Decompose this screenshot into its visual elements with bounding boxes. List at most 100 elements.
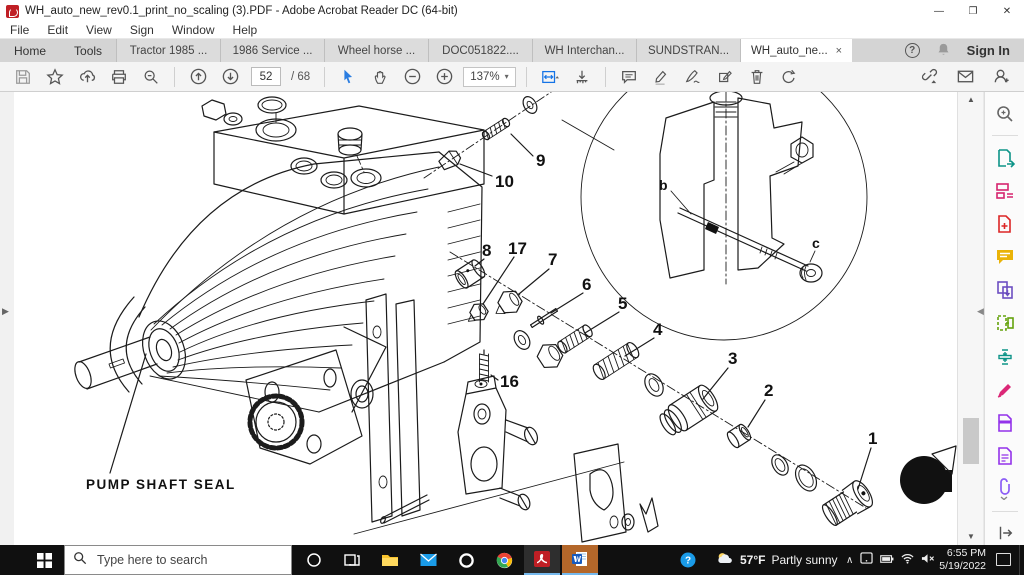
tab-close-icon[interactable]: ×: [836, 45, 842, 57]
tab-home[interactable]: Home: [0, 39, 60, 62]
menu-edit[interactable]: Edit: [47, 23, 68, 37]
tools-rail: [984, 92, 1024, 545]
search-tools-icon[interactable]: [993, 102, 1017, 125]
scroll-up-icon[interactable]: ▲: [958, 95, 984, 104]
tab-doc-1[interactable]: Tractor 1985 ...: [116, 39, 221, 62]
redo-icon[interactable]: [776, 65, 802, 89]
scrollbar-thumb[interactable]: [963, 418, 979, 464]
action-center-icon[interactable]: [996, 553, 1011, 566]
create-pdf-icon[interactable]: [993, 212, 1017, 235]
pump-shaft: [72, 315, 193, 391]
tab-doc-4[interactable]: DOC051822....: [428, 39, 533, 62]
tab-doc-3[interactable]: Wheel horse ...: [324, 39, 429, 62]
weather-icon: [716, 551, 734, 569]
zoom-in-icon[interactable]: [431, 65, 457, 89]
sign-icon[interactable]: [680, 65, 706, 89]
close-button[interactable]: ✕: [990, 0, 1024, 22]
previous-page-icon[interactable]: [185, 65, 211, 89]
minimize-button[interactable]: —: [922, 0, 956, 22]
tab-bar: Home Tools Tractor 1985 ... 1986 Service…: [0, 39, 1024, 62]
mail-icon[interactable]: [410, 545, 446, 575]
menu-help[interactable]: Help: [233, 23, 258, 37]
delete-icon[interactable]: [744, 65, 770, 89]
cortana-button[interactable]: [296, 545, 332, 575]
tablet-icon[interactable]: [860, 551, 873, 569]
hand-tool-icon[interactable]: [367, 65, 393, 89]
zoom-out-icon[interactable]: [399, 65, 425, 89]
find-icon[interactable]: [138, 65, 164, 89]
email-icon[interactable]: [952, 65, 978, 89]
highlight-icon[interactable]: [648, 65, 674, 89]
comment-tool-icon[interactable]: [993, 246, 1017, 269]
get-help-icon[interactable]: ?: [672, 545, 704, 575]
menu-view[interactable]: View: [86, 23, 112, 37]
chrome-icon[interactable]: [486, 545, 522, 575]
help-icon[interactable]: ?: [904, 43, 920, 58]
acrobat-taskbar-icon[interactable]: [524, 545, 560, 575]
scroll-down-icon[interactable]: ▼: [958, 532, 984, 541]
taskbar-clock[interactable]: 6:55 PM 5/19/2022: [934, 547, 986, 573]
taskbar-search[interactable]: [64, 545, 292, 575]
ring-app-icon[interactable]: [448, 545, 484, 575]
callout-6: 6: [582, 275, 591, 294]
star-icon[interactable]: [42, 65, 68, 89]
part-3-spool: [655, 382, 721, 439]
tab-doc-5[interactable]: WH Interchan...: [532, 39, 637, 62]
convert-icon[interactable]: [993, 312, 1017, 335]
svg-text:c: c: [812, 235, 820, 251]
stamp-icon[interactable]: [712, 65, 738, 89]
expand-pane-icon[interactable]: [993, 522, 1017, 545]
tools-pane-collapse-icon[interactable]: ◀: [977, 306, 984, 317]
menu-sign[interactable]: Sign: [130, 23, 154, 37]
zoom-level-dropdown[interactable]: 137% ▾: [463, 66, 516, 87]
tab-doc-6[interactable]: SUNDSTRAN...: [636, 39, 741, 62]
task-view-button[interactable]: [334, 545, 370, 575]
file-explorer-icon[interactable]: [372, 545, 408, 575]
menu-window[interactable]: Window: [172, 23, 215, 37]
callout-4: 4: [653, 320, 663, 339]
edit-pdf-icon[interactable]: [993, 378, 1017, 401]
weather-widget[interactable]: 57°F Partly sunny: [716, 545, 838, 575]
wifi-icon[interactable]: [901, 551, 914, 569]
select-tool-icon[interactable]: [335, 65, 361, 89]
share-cloud-icon[interactable]: [74, 65, 100, 89]
export-pdf-icon[interactable]: [993, 146, 1017, 169]
compress-pdf-icon[interactable]: [993, 345, 1017, 368]
callout-5: 5: [618, 294, 627, 313]
search-input[interactable]: [95, 552, 265, 568]
nav-pane-expand-icon[interactable]: ▶: [2, 306, 9, 316]
vertical-scrollbar[interactable]: ▲ ▼: [957, 92, 983, 545]
inset-detail-circle: b c: [562, 92, 867, 340]
fit-width-icon[interactable]: [537, 65, 563, 89]
comment-icon[interactable]: [616, 65, 642, 89]
battery-icon[interactable]: [880, 551, 894, 569]
organize-pages-icon[interactable]: [993, 179, 1017, 202]
protect-pdf-icon[interactable]: [993, 411, 1017, 434]
part-4-spring: [591, 341, 641, 382]
more-tools-icon[interactable]: [993, 478, 1017, 501]
word-taskbar-icon[interactable]: [562, 545, 598, 575]
show-desktop-divider[interactable]: [1019, 545, 1020, 575]
svg-text:b: b: [659, 177, 668, 193]
next-page-icon[interactable]: [217, 65, 243, 89]
sign-in-button[interactable]: Sign In: [967, 43, 1010, 58]
tab-active-document[interactable]: WH_auto_ne... ×: [740, 39, 853, 62]
menu-file[interactable]: File: [10, 23, 29, 37]
start-button[interactable]: [24, 545, 64, 575]
tab-doc-2[interactable]: 1986 Service ...: [220, 39, 325, 62]
share-link-icon[interactable]: [916, 65, 942, 89]
maximize-button[interactable]: ❐: [956, 0, 990, 22]
combine-files-icon[interactable]: [993, 279, 1017, 302]
share-people-icon[interactable]: [988, 65, 1014, 89]
callout-7: 7: [548, 250, 557, 269]
page-number-input[interactable]: 52: [251, 67, 281, 86]
prepare-form-icon[interactable]: [993, 445, 1017, 468]
tab-tools[interactable]: Tools: [60, 39, 116, 62]
bell-icon[interactable]: [936, 42, 951, 60]
print-icon[interactable]: [106, 65, 132, 89]
pdf-page[interactable]: b c 9 10 8 17 7 6 5 4 3 2 1 16 PUMP SHAF…: [14, 92, 957, 545]
tray-chevron-icon[interactable]: ∧: [846, 555, 853, 566]
part-7-fitting: [488, 286, 525, 322]
save-icon[interactable]: [10, 65, 36, 89]
page-scrolling-icon[interactable]: [569, 65, 595, 89]
